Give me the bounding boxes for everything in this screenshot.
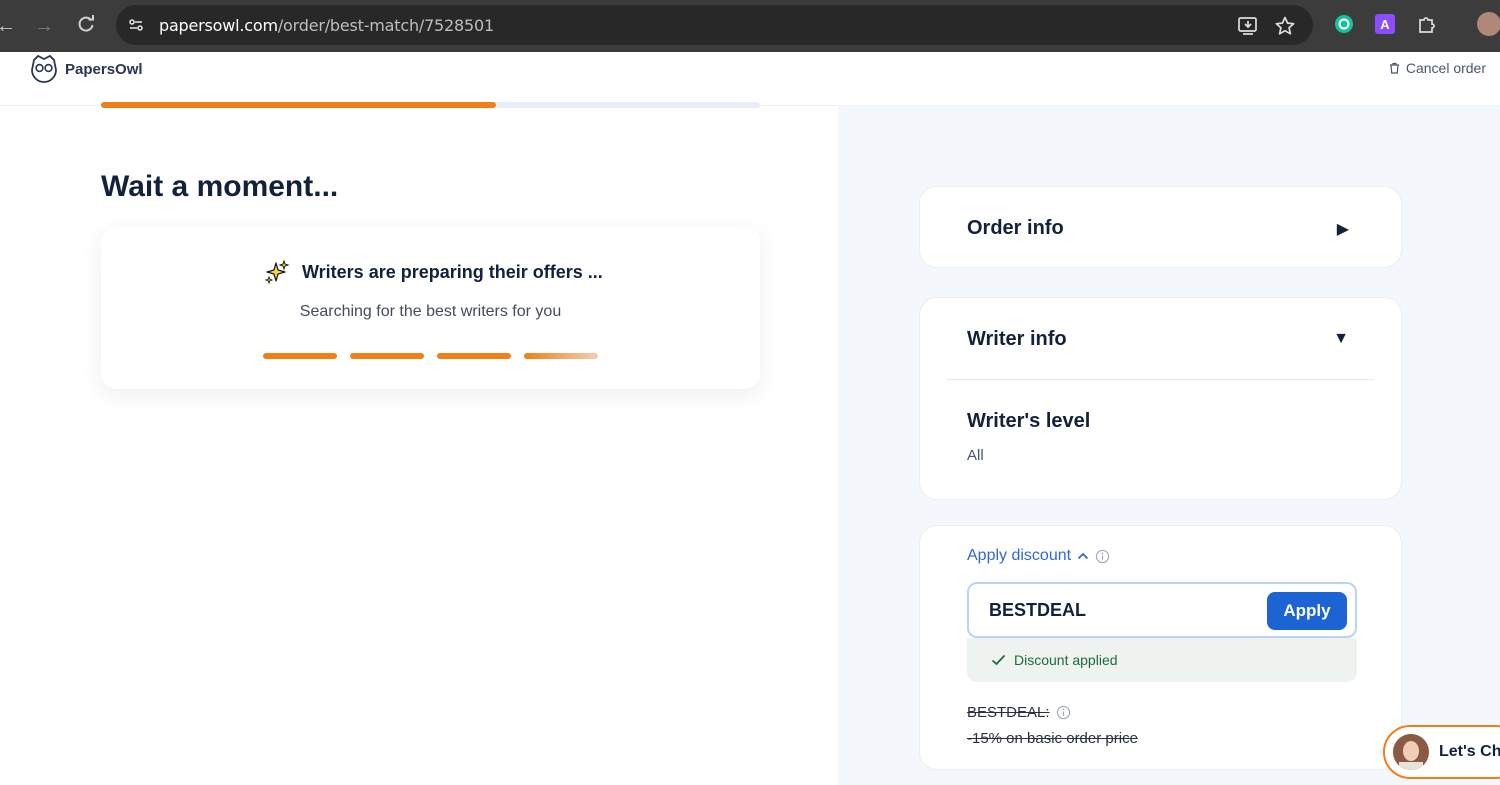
info-icon[interactable] xyxy=(1095,549,1110,564)
apply-discount-label: Apply discount xyxy=(967,547,1072,564)
owl-logo-icon xyxy=(31,54,57,83)
install-app-icon[interactable] xyxy=(1237,15,1259,37)
writer-info-card: Writer info ▼ Writer's level All xyxy=(919,297,1402,500)
lets-chat-button[interactable]: Let's Chat xyxy=(1383,725,1500,779)
promo-code-description: -15% on basic order price xyxy=(967,730,1138,747)
loading-dash xyxy=(350,353,424,359)
discount-applied-text: Discount applied xyxy=(1014,652,1118,668)
discount-applied-banner: Discount applied xyxy=(967,638,1357,682)
sparkles-icon xyxy=(264,259,290,285)
order-info-card[interactable]: Order info ▶ xyxy=(919,186,1402,268)
loading-dash xyxy=(524,353,598,359)
svg-text:A: A xyxy=(1380,17,1390,32)
discount-code-input[interactable] xyxy=(989,584,1249,636)
apply-discount-toggle[interactable]: Apply discount xyxy=(967,547,1110,565)
reload-icon[interactable] xyxy=(74,14,98,38)
expand-right-icon[interactable]: ▶ xyxy=(1337,219,1349,239)
site-header: PapersOwl Cancel order xyxy=(0,52,1500,106)
cancel-order-label: Cancel order xyxy=(1405,60,1486,76)
writers-status-subtitle: Searching for the best writers for you xyxy=(299,303,562,320)
discount-code-field: Apply xyxy=(967,582,1357,638)
cancel-order-button[interactable]: Cancel order xyxy=(1389,60,1486,76)
writers-status-title: Writers are preparing their offers ... xyxy=(302,261,603,282)
address-bar[interactable]: papersowl.com/order/best-match/7528501 xyxy=(116,5,1313,45)
writers-status-card: Writers are preparing their offers ... S… xyxy=(101,227,760,389)
bookmark-star-icon[interactable] xyxy=(1274,15,1296,37)
brand-logo[interactable]: PapersOwl xyxy=(30,52,143,86)
order-info-title: Order info xyxy=(967,217,1064,239)
divider xyxy=(947,379,1374,380)
trash-icon xyxy=(1389,62,1399,74)
grammar-extension-icon[interactable] xyxy=(1333,13,1355,35)
info-icon[interactable] xyxy=(1056,705,1071,720)
order-summary-pane: Order info ▶ Writer info ▼ Writer's leve… xyxy=(838,106,1500,785)
writer-level-value: All xyxy=(967,447,984,464)
url-host: papersowl.com xyxy=(159,16,278,35)
writer-info-title: Writer info xyxy=(967,328,1067,350)
chevron-up-icon xyxy=(1077,552,1089,560)
brand-name: PapersOwl xyxy=(65,60,143,78)
check-icon xyxy=(991,654,1006,666)
lets-chat-label: Let's Chat xyxy=(1439,743,1500,760)
url-path: /order/best-match/7528501 xyxy=(277,16,494,35)
writer-level-label: Writer's level xyxy=(967,410,1091,432)
browser-toolbar: ← → papersowl.com/order/best-match/75285… xyxy=(0,0,1500,52)
site-settings-icon[interactable] xyxy=(126,15,146,35)
a-extension-icon[interactable]: A xyxy=(1374,13,1396,35)
discount-card: Apply discount Apply Discount applied BE… xyxy=(919,525,1402,770)
promo-code-label: BESTDEAL: xyxy=(967,704,1050,721)
collapse-down-icon[interactable]: ▼ xyxy=(1333,330,1349,348)
loading-indicator xyxy=(263,353,598,359)
order-progress-fill xyxy=(101,102,497,108)
loading-dash xyxy=(437,353,511,359)
apply-button[interactable]: Apply xyxy=(1267,592,1347,630)
profile-avatar[interactable] xyxy=(1477,12,1500,36)
promo-code-name: BESTDEAL: xyxy=(967,704,1071,721)
page-title: Wait a moment... xyxy=(101,170,339,203)
order-progress-bar xyxy=(101,102,760,108)
loading-dash xyxy=(263,353,337,359)
url-text: papersowl.com/order/best-match/7528501 xyxy=(159,16,494,35)
support-agent-avatar xyxy=(1393,734,1429,770)
extensions-puzzle-icon[interactable] xyxy=(1416,13,1438,35)
forward-arrow-icon[interactable]: → xyxy=(32,14,56,38)
back-arrow-icon[interactable]: ← xyxy=(0,14,18,38)
